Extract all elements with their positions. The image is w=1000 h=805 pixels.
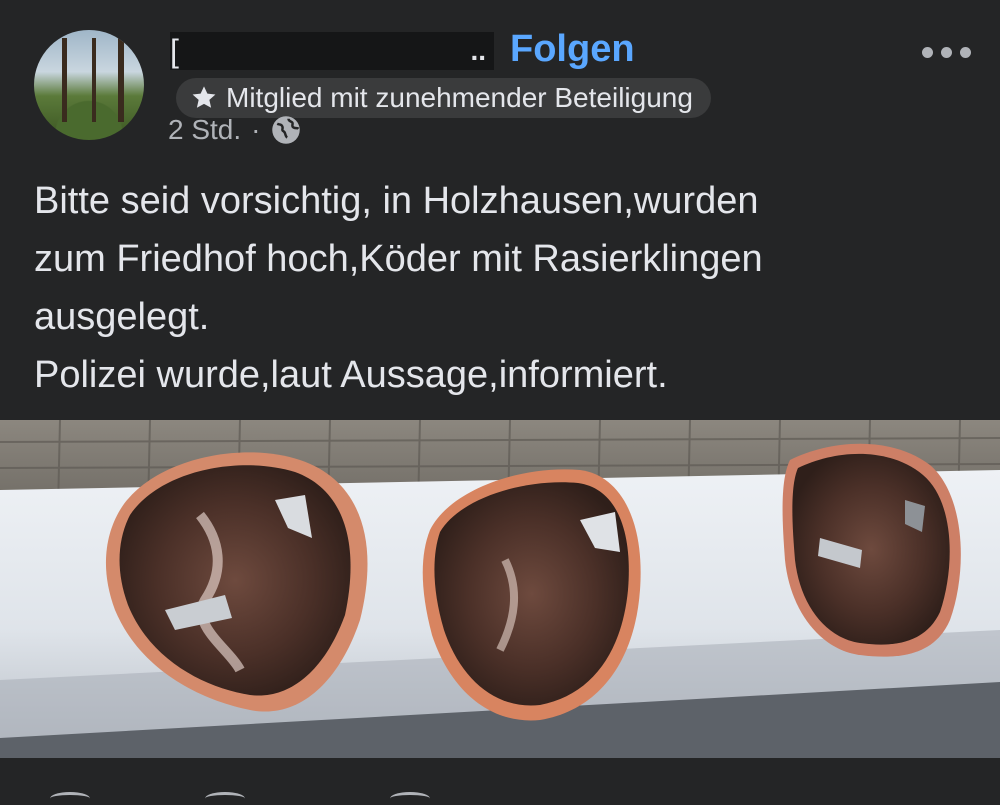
star-icon	[192, 86, 216, 108]
post-meta: 2 Std. ·	[168, 114, 301, 146]
photo-content	[0, 420, 1000, 758]
post-photo[interactable]	[0, 420, 1000, 758]
post-action-bar	[0, 758, 1000, 800]
meta-separator: ·	[251, 114, 261, 145]
more-options-icon[interactable]	[916, 32, 976, 72]
like-icon[interactable]	[50, 792, 90, 805]
post-text: Bitte seid vorsichtig, in Holzhausen,wur…	[34, 180, 763, 396]
share-icon[interactable]	[390, 792, 430, 805]
post-timestamp[interactable]: 2 Std.	[168, 114, 241, 146]
globe-icon	[271, 116, 300, 144]
author-name-ellipsis: ..	[470, 35, 486, 66]
author-name-fragment: [	[170, 33, 179, 69]
follow-button[interactable]: Folgen	[510, 28, 635, 71]
author-avatar[interactable]	[34, 30, 144, 140]
badge-label: Mitglied mit zunehmender Beteiligung	[226, 82, 693, 113]
member-badge[interactable]: Mitglied mit zunehmender Beteiligung	[176, 78, 711, 118]
author-name-redacted[interactable]: [ ..	[170, 32, 494, 70]
post-header: [ .. Folgen Mitglied mit zunehmender Bet…	[0, 0, 1000, 160]
comment-icon[interactable]	[205, 792, 245, 805]
